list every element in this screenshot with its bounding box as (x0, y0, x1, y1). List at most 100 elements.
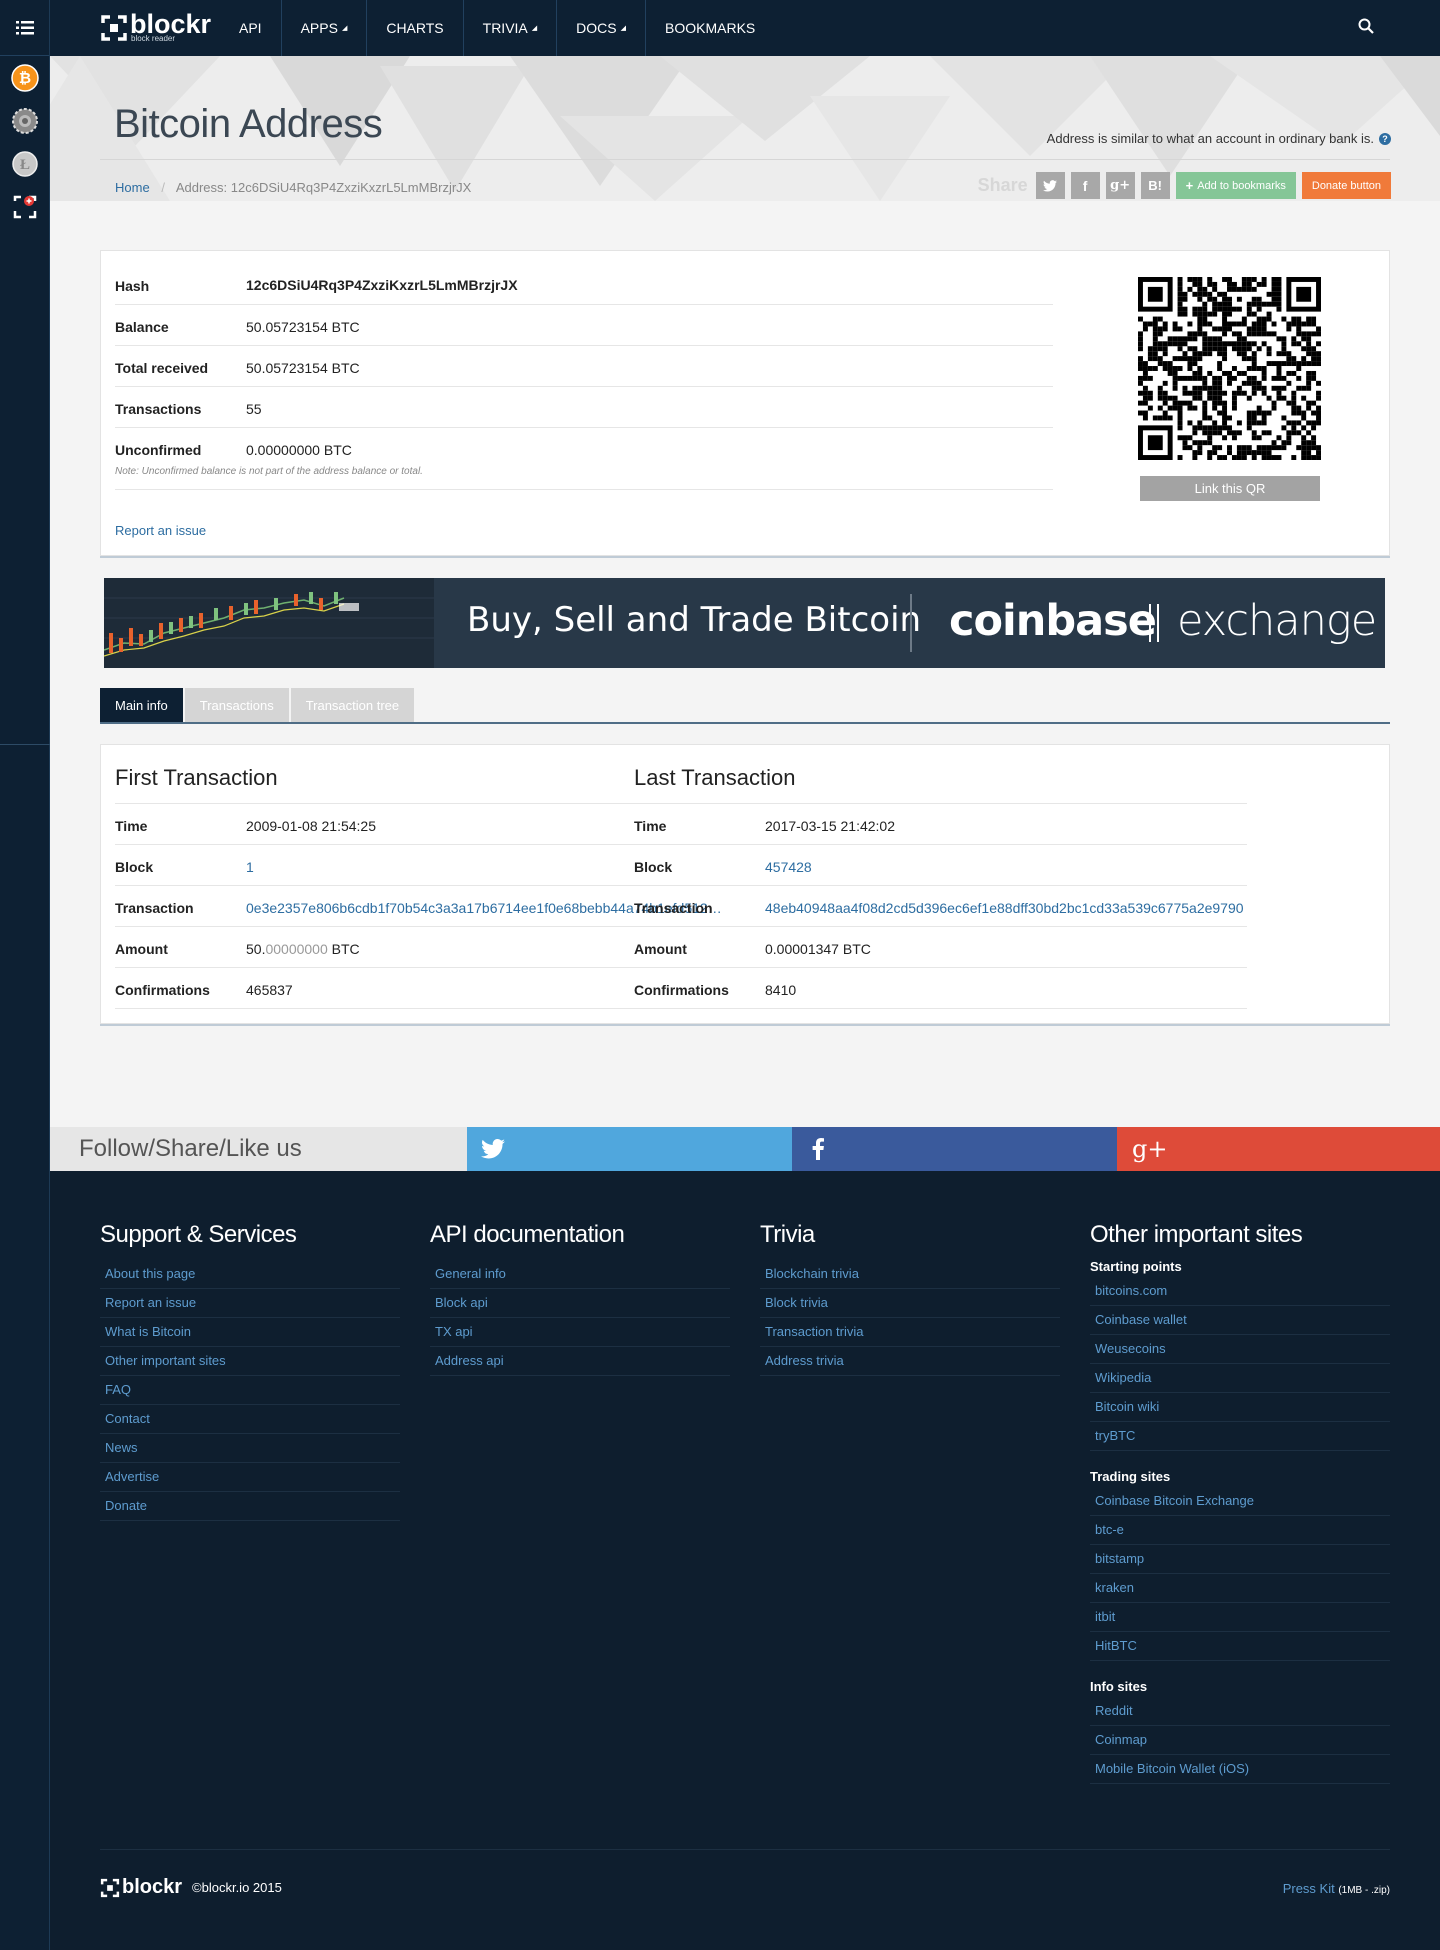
main-info-card: First Transaction Time 2009-01-08 21:54:2… (100, 744, 1390, 1024)
nav-charts-label: CHARTS (386, 20, 444, 36)
last-block-link[interactable]: 457428 (765, 859, 1248, 875)
footer-link-bitstamp[interactable]: bitstamp (1090, 1545, 1390, 1574)
add-block-icon (13, 195, 36, 218)
breadcrumb-home[interactable]: Home (115, 180, 150, 195)
share-hatena-button[interactable]: B! (1140, 172, 1170, 199)
footer-link-wikipedia[interactable]: Wikipedia (1090, 1364, 1390, 1393)
tab-transaction-tree[interactable]: Transaction tree (290, 688, 415, 722)
last-tx-row: Transaction 48eb40948aa4f08d2cd5d396ec6ef… (634, 886, 1247, 927)
unconfirmed-row: Unconfirmed 0.00000000 BTC (115, 428, 1053, 490)
breadcrumb: Home / Address: 12c6DSiU4Rq3P4ZxziKxzrL5… (115, 180, 471, 195)
footer-link-other-sites[interactable]: Other important sites (100, 1347, 400, 1376)
page-description-text: Address is similar to what an account in… (1046, 131, 1374, 146)
footer-link-trybtc[interactable]: tryBTC (1090, 1422, 1390, 1451)
search-button[interactable] (1358, 18, 1374, 39)
follow-label: Follow/Share/Like us (50, 1127, 467, 1171)
unconfirmed-label: Unconfirmed (115, 442, 202, 458)
qr-code (1138, 276, 1321, 461)
caret-icon: ◢ (620, 25, 626, 32)
svg-text:Ł: Ł (19, 157, 29, 173)
footer-link-donate[interactable]: Donate (100, 1492, 400, 1521)
donate-button[interactable]: Donate button (1301, 172, 1391, 199)
received-value: 50.05723154 BTC (246, 360, 360, 376)
nav-apps[interactable]: APPS ◢ (282, 0, 368, 56)
share-gplus-button[interactable]: g+ (1105, 172, 1135, 199)
footer-link-address-trivia[interactable]: Address trivia (760, 1347, 1060, 1376)
blockr-logo-icon (100, 1878, 120, 1897)
footer-link-report[interactable]: Report an issue (100, 1289, 400, 1318)
footer-link-news[interactable]: News (100, 1434, 400, 1463)
block-label: Block (634, 859, 673, 875)
footer-link-tx-api[interactable]: TX api (430, 1318, 730, 1347)
amount-unit: BTC (327, 941, 360, 957)
footer-link-bitcoin-wiki[interactable]: Bitcoin wiki (1090, 1393, 1390, 1422)
nav-trivia[interactable]: TRIVIA ◢ (464, 0, 558, 56)
amount-label: Amount (115, 941, 168, 957)
rail-litecoin[interactable]: Ł (0, 142, 49, 185)
share-label: Share (977, 175, 1028, 195)
press-kit-link[interactable]: Press Kit (1MB - .zip) (1283, 1881, 1390, 1896)
footer-link-weusecoins[interactable]: Weusecoins (1090, 1335, 1390, 1364)
follow-facebook-button[interactable] (792, 1127, 1117, 1171)
menu-toggle[interactable] (0, 0, 49, 56)
confirmations-label: Confirmations (634, 982, 729, 998)
footer-link-faq[interactable]: FAQ (100, 1376, 400, 1405)
footer-link-itbit[interactable]: itbit (1090, 1603, 1390, 1632)
footer-link-contact[interactable]: Contact (100, 1405, 400, 1434)
hash-row: Hash 12c6DSiU4Rq3P4ZxziKxzrL5LmMBrzjrJX (115, 264, 1053, 305)
nav-docs[interactable]: DOCS ◢ (557, 0, 646, 56)
report-issue-link[interactable]: Report an issue (115, 523, 206, 538)
footer-copyright: ©blockr.io 2015 (192, 1880, 282, 1895)
tab-transactions[interactable]: Transactions (184, 688, 289, 722)
hash-value: 12c6DSiU4Rq3P4ZxziKxzrL5LmMBrzjrJX (246, 277, 518, 293)
add-to-bookmarks-button[interactable]: + Add to bookmarks (1175, 172, 1296, 199)
footer: Support & Services About this page Repor… (50, 1171, 1440, 1950)
confirmations-label: Confirmations (115, 982, 210, 998)
last-tx-link[interactable]: 48eb40948aa4f08d2cd5d396ec6ef1e88dff30bd… (765, 900, 1247, 916)
footer-link-advertise[interactable]: Advertise (100, 1463, 400, 1492)
footer-link-block-trivia[interactable]: Block trivia (760, 1289, 1060, 1318)
footer-link-hitbtc[interactable]: HitBTC (1090, 1632, 1390, 1661)
blockr-logo[interactable]: blockr block reader (100, 11, 215, 43)
follow-gplus-button[interactable]: g+ (1117, 1127, 1440, 1171)
nav-charts[interactable]: CHARTS (367, 0, 464, 56)
share-facebook-button[interactable]: f (1070, 172, 1100, 199)
rail-cog-coin[interactable] (0, 99, 49, 142)
footer-link-reddit[interactable]: Reddit (1090, 1697, 1390, 1726)
footer-link-coinbase-wallet[interactable]: Coinbase wallet (1090, 1306, 1390, 1335)
footer-link-coinmap[interactable]: Coinmap (1090, 1726, 1390, 1755)
rail-add[interactable] (0, 185, 49, 228)
footer-link-blockchain-trivia[interactable]: Blockchain trivia (760, 1260, 1060, 1289)
footer-info-title: Info sites (1090, 1679, 1148, 1694)
footer-link-general-info[interactable]: General info (430, 1260, 730, 1289)
footer-link-kraken[interactable]: kraken (1090, 1574, 1390, 1603)
footer-link-transaction-trivia[interactable]: Transaction trivia (760, 1318, 1060, 1347)
footer-link-block-api[interactable]: Block api (430, 1289, 730, 1318)
nav-bookmarks[interactable]: BOOKMARKS (646, 0, 774, 56)
facebook-icon (812, 1138, 824, 1160)
footer-link-about[interactable]: About this page (100, 1260, 400, 1289)
footer-link-coinbase-exchange[interactable]: Coinbase Bitcoin Exchange (1090, 1487, 1390, 1516)
footer-link-btc-e[interactable]: btc-e (1090, 1516, 1390, 1545)
top-nav: blockr block reader API APPS ◢ CHARTS TRI… (50, 0, 1440, 56)
nav-api[interactable]: API (220, 0, 282, 56)
footer-link-what-is-bitcoin[interactable]: What is Bitcoin (100, 1318, 400, 1347)
footer-link-mobile-wallet[interactable]: Mobile Bitcoin Wallet (iOS) (1090, 1755, 1390, 1784)
footer-link-bitcoins-com[interactable]: bitcoins.com (1090, 1277, 1390, 1306)
google-plus-icon: g+ (1132, 1135, 1168, 1163)
rail-bitcoin[interactable]: ₿ (0, 56, 49, 99)
link-qr-button[interactable]: Link this QR (1140, 476, 1320, 501)
nav-docs-label: DOCS (576, 20, 617, 36)
balance-label: Balance (115, 319, 169, 335)
follow-twitter-button[interactable] (467, 1127, 792, 1171)
search-icon (1358, 18, 1374, 34)
footer-logo[interactable]: blockr ©blockr.io 2015 (100, 1876, 282, 1899)
tab-main-info[interactable]: Main info (100, 688, 183, 722)
page-description: Address is similar to what an account in… (1047, 131, 1391, 146)
share-twitter-button[interactable] (1035, 172, 1065, 199)
help-icon[interactable]: ? (1379, 132, 1391, 145)
footer-api: API documentation General info Block api… (430, 1221, 730, 1376)
footer-link-address-api[interactable]: Address api (430, 1347, 730, 1376)
time-label: Time (634, 818, 667, 834)
coinbase-banner[interactable]: Buy, Sell and Trade Bitcoin coinbase exc… (104, 578, 1385, 668)
